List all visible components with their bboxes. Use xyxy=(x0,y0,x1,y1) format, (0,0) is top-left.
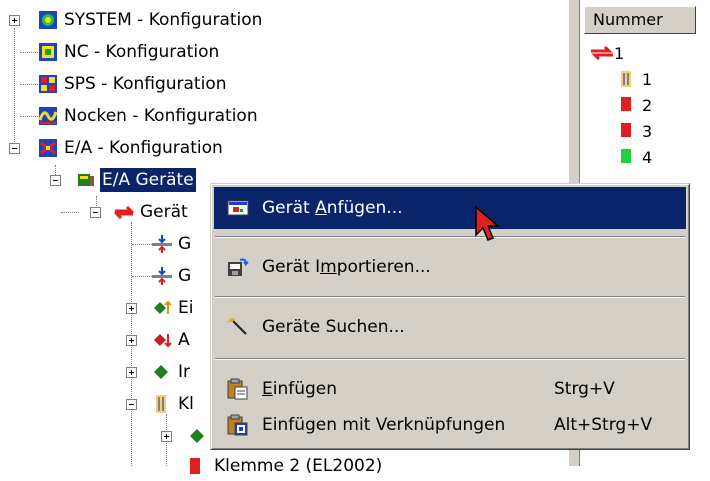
add-device-icon xyxy=(220,191,256,225)
io-devices-icon xyxy=(76,170,96,190)
row-number: 1 xyxy=(642,69,653,89)
device-icon xyxy=(113,202,135,222)
tree-node-ea-geraete[interactable]: E/A Geräte xyxy=(76,166,196,194)
list-row[interactable]: 1 xyxy=(590,42,624,64)
tree-line xyxy=(14,28,15,148)
tree-node-nc[interactable]: NC - Konfiguration xyxy=(38,38,221,66)
system-config-icon xyxy=(38,10,58,30)
tree-node-ir[interactable]: Ir xyxy=(152,358,192,386)
list-row[interactable]: 4 xyxy=(620,146,652,168)
tree-node-ea[interactable]: E/A - Konfiguration xyxy=(38,134,225,162)
tree-node-label: NC - Konfiguration xyxy=(64,42,220,62)
expand-a-toggle[interactable] xyxy=(126,335,137,346)
tree-node-ei[interactable]: Ei xyxy=(152,294,195,322)
terminal-red-icon xyxy=(188,456,208,476)
menu-item-shortcut: Alt+Strg+V xyxy=(554,415,653,435)
tree-node-g2[interactable]: G xyxy=(152,262,193,290)
tree-node-label: G xyxy=(178,266,192,286)
expand-klemme-toggle[interactable] xyxy=(161,431,172,442)
row-number: 2 xyxy=(642,95,653,115)
image-output-icon xyxy=(152,266,172,286)
terminal-red-icon xyxy=(621,123,631,137)
tree-node-label: Gerät xyxy=(140,202,188,222)
menu-item-label: Gerät Importieren... xyxy=(262,257,431,277)
row-number: 1 xyxy=(614,43,625,63)
tree-node-label: SPS - Konfiguration xyxy=(64,74,227,94)
list-row[interactable]: 1 xyxy=(620,68,652,90)
tree-node-kl[interactable]: Kl xyxy=(152,390,196,418)
terminal-red-icon xyxy=(621,97,631,111)
tree-node-sps[interactable]: SPS - Konfiguration xyxy=(38,70,229,98)
tree-node-label: E/A Geräte xyxy=(100,168,196,192)
wand-icon xyxy=(220,310,256,344)
tree-node-geraet[interactable]: Gerät xyxy=(113,198,190,226)
tree-node-sub[interactable] xyxy=(188,422,212,450)
menu-separator xyxy=(215,236,685,238)
column-header-nummer[interactable]: Nummer xyxy=(584,6,696,34)
menu-item-geraete-suchen[interactable]: Geräte Suchen... xyxy=(214,306,686,348)
menu-separator xyxy=(215,358,685,360)
tree-node-label: Ei xyxy=(178,298,194,318)
terminal-green-icon xyxy=(621,149,631,163)
tree-node-system[interactable]: SYSTEM - Konfiguration xyxy=(38,6,264,34)
nc-config-icon xyxy=(38,42,58,62)
menu-item-einfuegen-mit-verknuepfungen[interactable]: Einfügen mit Verknüpfungen Alt+Strg+V xyxy=(214,404,686,446)
menu-item-label: Geräte Suchen... xyxy=(262,317,405,337)
collapse-geraet-toggle[interactable] xyxy=(90,207,101,218)
tree-node-label: G xyxy=(178,234,192,254)
expand-ir-toggle[interactable] xyxy=(126,367,137,378)
inputs-icon xyxy=(152,298,172,318)
device-icon xyxy=(591,45,613,61)
collapse-ea-toggle[interactable] xyxy=(9,143,20,154)
outputs-icon xyxy=(152,330,172,350)
tree-node-label: Klemme 2 (EL2002) xyxy=(214,456,383,476)
tree-node-g1[interactable]: G xyxy=(152,230,193,258)
cam-config-icon xyxy=(38,106,58,126)
paste-link-icon xyxy=(220,408,256,442)
menu-item-geraet-anfuegen[interactable]: Gerät Anfügen... xyxy=(214,187,686,229)
menu-item-shortcut: Strg+V xyxy=(554,379,615,399)
list-row[interactable]: 3 xyxy=(620,120,652,142)
info-data-icon xyxy=(152,362,172,382)
menu-item-label: Gerät Anfügen... xyxy=(262,198,403,218)
tree-node-a[interactable]: A xyxy=(152,326,192,354)
tree-node-klemme2[interactable]: Klemme 2 (EL2002) xyxy=(188,452,384,480)
row-number: 3 xyxy=(642,121,653,141)
menu-item-geraet-importieren[interactable]: Gerät Importieren... xyxy=(214,246,686,288)
collapse-ea-geraete-toggle[interactable] xyxy=(50,175,61,186)
io-config-icon xyxy=(38,138,58,158)
menu-item-label: Einfügen xyxy=(262,379,338,399)
info-data-icon xyxy=(188,426,208,446)
list-row[interactable]: 2 xyxy=(620,94,652,116)
paste-icon xyxy=(220,372,256,406)
tree-node-label: Ir xyxy=(178,362,191,382)
terminal-icon xyxy=(152,394,172,414)
tree-node-label: E/A - Konfiguration xyxy=(64,138,223,158)
menu-separator xyxy=(215,296,685,298)
import-icon xyxy=(220,250,256,284)
tree-node-label: Nocken - Konfiguration xyxy=(64,106,258,126)
menu-item-label: Einfügen mit Verknüpfungen xyxy=(262,415,506,435)
tree-node-label: A xyxy=(178,330,190,350)
tree-node-nocken[interactable]: Nocken - Konfiguration xyxy=(38,102,260,130)
mouse-cursor-icon xyxy=(475,205,501,241)
plc-config-icon xyxy=(38,74,58,94)
row-number: 4 xyxy=(642,147,653,167)
tree-node-label: SYSTEM - Konfiguration xyxy=(64,10,263,30)
context-menu: Gerät Anfügen... Gerät Importieren... Ge… xyxy=(210,183,690,450)
image-input-icon xyxy=(152,234,172,254)
expand-system-toggle[interactable] xyxy=(9,15,20,26)
expand-ei-toggle[interactable] xyxy=(126,303,137,314)
tree-node-label: Kl xyxy=(178,394,194,414)
collapse-kl-toggle[interactable] xyxy=(126,399,137,410)
terminal-icon xyxy=(621,71,631,87)
